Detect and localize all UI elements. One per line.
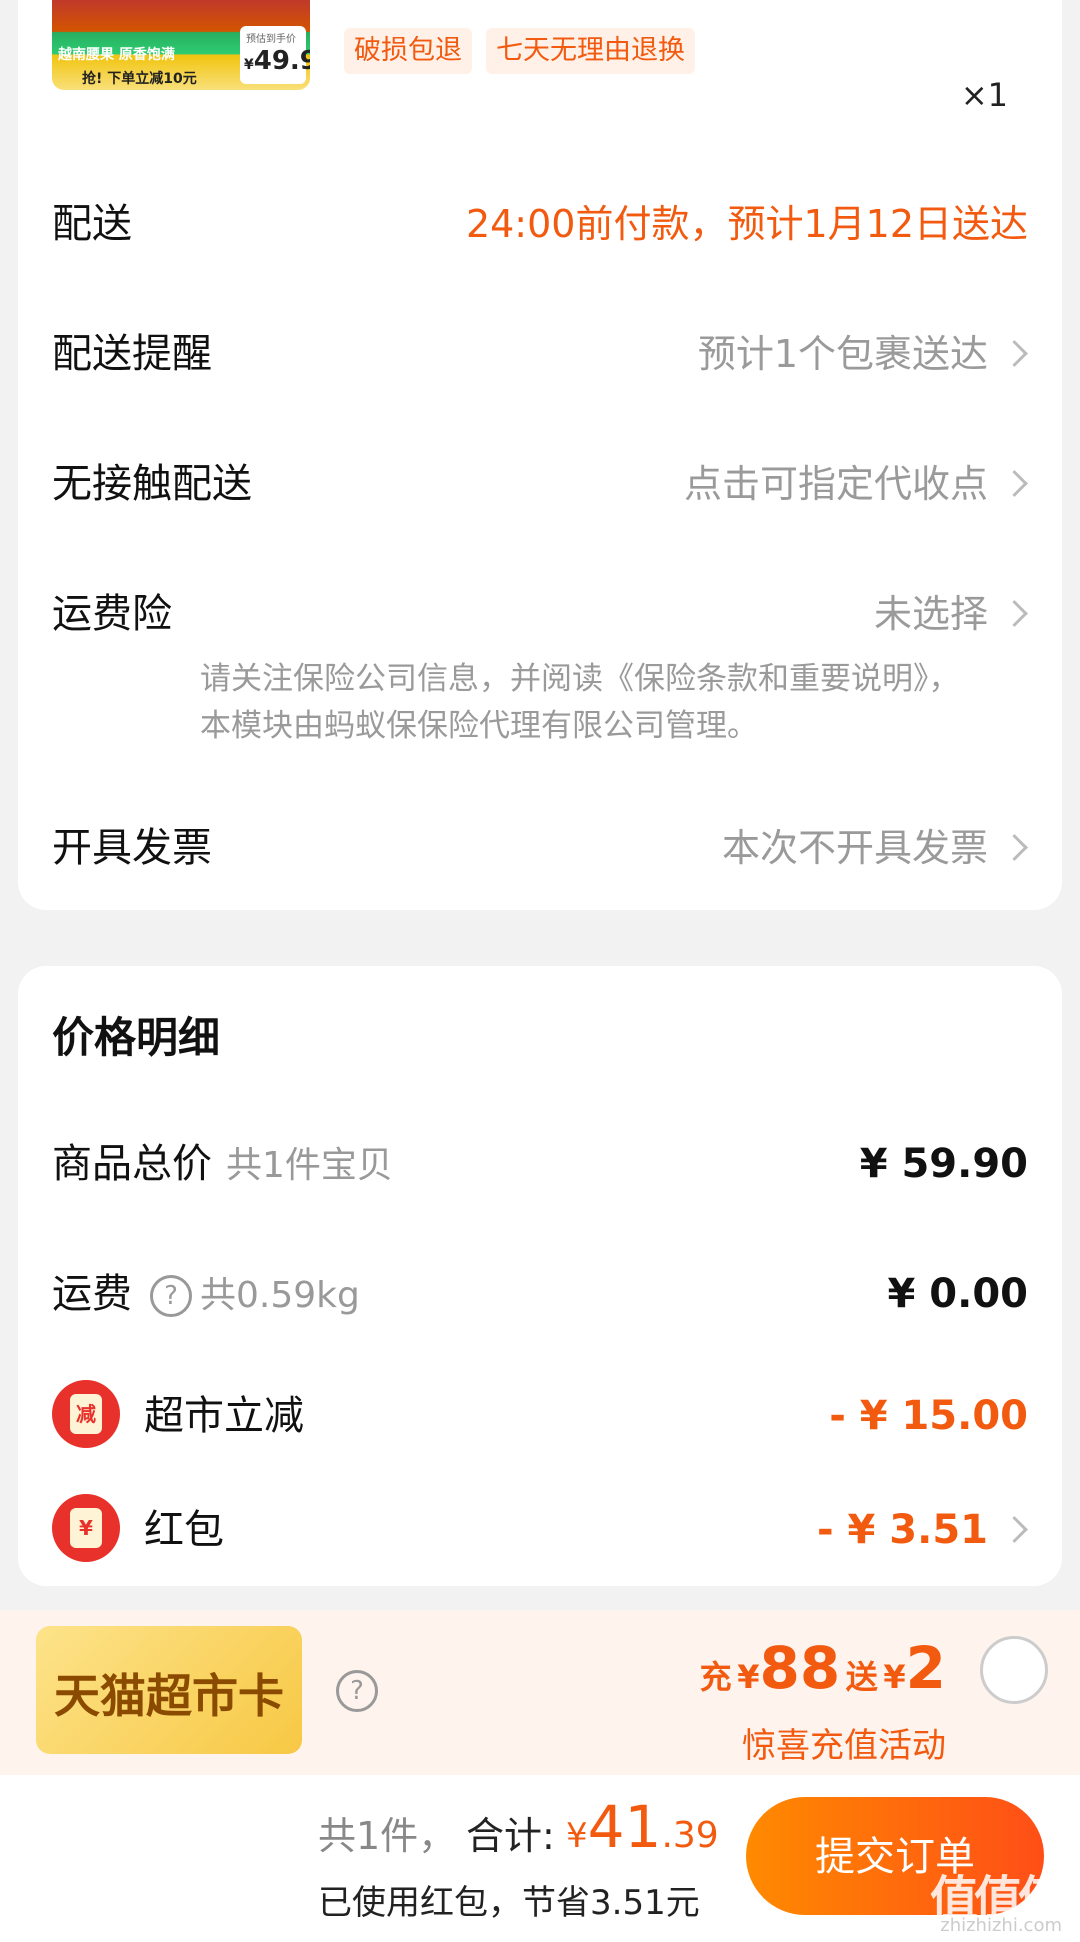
contactless-value: 点击可指定代收点 — [683, 462, 988, 506]
goods-total-label-text: 商品总价 — [52, 1141, 212, 1187]
gift-amount: 2 — [905, 1634, 946, 1702]
supermarket-discount-label: 超市立减 — [144, 1393, 304, 1439]
product-quantity: ×1 — [960, 76, 1008, 114]
tag-seven-day-return: 七天无理由退换 — [486, 28, 695, 74]
goods-total-label: 商品总价 共1件宝贝 — [52, 1134, 393, 1196]
contactless-delivery-row[interactable]: 无接触配送 点击可指定代收点 — [52, 454, 1028, 514]
thumb-price: ¥49.9 — [244, 46, 310, 76]
total-int: 41 — [587, 1793, 662, 1861]
discount-icon: 减 — [52, 1380, 120, 1448]
recharge-radio[interactable] — [980, 1636, 1048, 1704]
product-thumbnail[interactable]: 越南腰果 原香饱满 抢! 下单立减10元 预估到手价 ¥49.9 — [52, 0, 310, 90]
delivery-value: 24:00前付款，预计1月12日送达 — [465, 202, 1028, 246]
thumb-price-value: 49.9 — [253, 46, 310, 76]
delivery-label: 配送 — [52, 201, 132, 247]
price-detail-title: 价格明细 — [52, 1013, 221, 1062]
total-amount: ¥41.39 — [566, 1793, 719, 1861]
delivery-reminder-label: 配送提醒 — [52, 331, 212, 377]
red-packet-icon: ¥ — [52, 1494, 120, 1562]
question-icon[interactable]: ? — [336, 1670, 378, 1712]
delivery-reminder-value: 预计1个包裹送达 — [697, 332, 988, 376]
thumb-promo-text: 抢! 下单立减10元 — [82, 71, 197, 87]
red-packet-icon-text: ¥ — [70, 1508, 102, 1548]
shipping-fee-label-text: 运费 — [52, 1271, 132, 1317]
question-icon[interactable]: ? — [150, 1275, 192, 1317]
charge-amount: 88 — [759, 1634, 841, 1702]
gift-word: 送 — [845, 1658, 878, 1696]
goods-total-count: 共1件宝贝 — [226, 1145, 393, 1186]
thumb-price-label: 预估到手价 — [246, 34, 296, 45]
shipping-fee-value: ¥ 0.00 — [887, 1271, 1028, 1317]
chevron-right-icon — [1012, 832, 1028, 862]
total-label: 合计: — [466, 1814, 555, 1858]
contactless-label: 无接触配送 — [52, 461, 252, 507]
delivery-reminder-row[interactable]: 配送提醒 预计1个包裹送达 — [52, 324, 1028, 384]
thumb-price-yen: ¥ — [244, 57, 254, 73]
checkout-bar: 共1件， 合计: ¥41.39 已使用红包，节省3.51元 提交订单 值值值 z… — [0, 1775, 1080, 1942]
goods-total-row: 商品总价 共1件宝贝 ¥ 59.90 — [52, 1134, 1028, 1194]
thumb-band-text: 越南腰果 原香饱满 — [58, 47, 175, 63]
tag-damage-return: 破损包退 — [344, 28, 472, 74]
total-yen: ¥ — [566, 1816, 588, 1856]
red-packet-row[interactable]: ¥ 红包 - ¥ 3.51 — [52, 1494, 1028, 1562]
supermarket-discount-value: - ¥ 15.00 — [829, 1393, 1028, 1439]
recharge-offer: 充 ¥88 送 ¥2 — [700, 1634, 946, 1702]
delivery-row: 配送 24:00前付款，预计1月12日送达 — [52, 194, 1028, 254]
gift-yen: ¥ — [883, 1658, 906, 1696]
tmall-card-name: 天猫超市卡 — [54, 1669, 284, 1723]
savings-text: 已使用红包，节省3.51元 — [318, 1883, 700, 1923]
shipping-insurance-value: 未选择 — [873, 592, 988, 636]
shipping-fee-row: 运费? 共0.59kg ¥ 0.00 — [52, 1264, 1028, 1324]
shipping-fee-label: 运费? 共0.59kg — [52, 1264, 360, 1326]
invoice-row[interactable]: 开具发票 本次不开具发票 — [52, 818, 1028, 878]
chevron-right-icon — [1012, 468, 1028, 498]
discount-icon-text: 减 — [70, 1394, 102, 1434]
invoice-label: 开具发票 — [52, 825, 212, 871]
goods-total-value: ¥ 59.90 — [859, 1141, 1028, 1187]
chevron-right-icon — [1012, 1514, 1028, 1544]
red-packet-label: 红包 — [144, 1507, 224, 1553]
recharge-activity: 惊喜充值活动 — [742, 1726, 946, 1766]
supermarket-discount-row: 减 超市立减 - ¥ 15.00 — [52, 1380, 1028, 1448]
item-count: 共1件， — [318, 1814, 457, 1858]
charge-yen: ¥ — [737, 1658, 760, 1696]
red-packet-value: - ¥ 3.51 — [817, 1507, 988, 1553]
chevron-right-icon — [1012, 598, 1028, 628]
shipping-insurance-label: 运费险 — [52, 591, 172, 637]
tmall-supermarket-card[interactable]: 天猫超市卡 — [36, 1626, 302, 1754]
thumb-price-box: 预估到手价 ¥49.9 — [240, 26, 310, 84]
insurance-note: 请关注保险公司信息，并阅读《保险条款和重要说明》，本模块由蚂蚁保保险代理有限公司… — [200, 661, 960, 744]
tmall-card-strip: 天猫超市卡 ? 充 ¥88 送 ¥2 惊喜充值活动 — [0, 1610, 1080, 1775]
invoice-value: 本次不开具发票 — [721, 826, 988, 870]
chevron-right-icon — [1012, 338, 1028, 368]
total-dec: .39 — [661, 1815, 719, 1856]
shipping-insurance-row[interactable]: 运费险 未选择 — [52, 584, 1028, 644]
charge-word: 充 — [699, 1658, 732, 1696]
shipping-weight: 共0.59kg — [200, 1275, 360, 1316]
watermark-url: zhizhizhi.com — [940, 1915, 1062, 1936]
